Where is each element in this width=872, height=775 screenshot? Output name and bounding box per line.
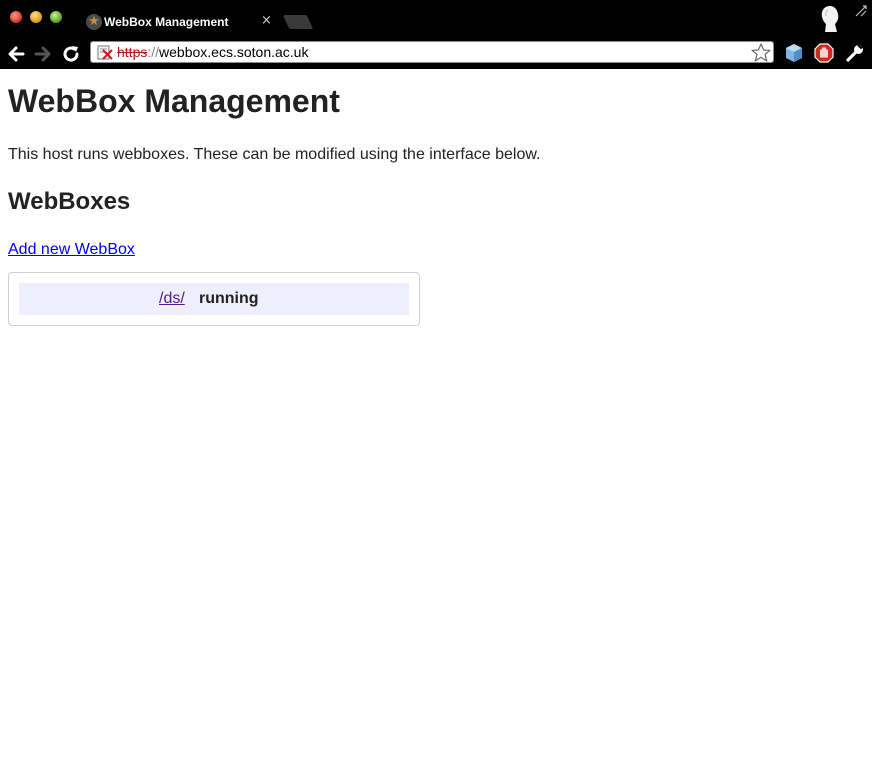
zoom-window-button[interactable] [50,11,62,23]
browser-toolbar: https://webbox.ecs.soton.ac.uk [0,40,872,69]
resize-icon[interactable] [853,3,869,19]
bookmark-star-icon[interactable] [751,43,771,62]
tab-title: WebBox Management [104,15,229,29]
adblock-icon[interactable] [814,43,834,63]
webbox-row: /ds/ running [19,283,409,315]
reload-icon[interactable] [60,43,82,65]
tab-close-icon[interactable]: × [261,14,272,28]
cube-extension-icon[interactable] [784,43,804,63]
url-text[interactable]: https://webbox.ecs.soton.ac.uk [117,44,308,60]
broken-lock-icon[interactable] [97,45,113,60]
back-arrow-icon[interactable] [5,43,27,65]
webbox-path-link[interactable]: /ds/ [159,290,185,308]
section-heading: WebBoxes [8,188,131,215]
profile-icon[interactable] [818,4,842,34]
url-host: webbox.ecs.soton.ac.uk [159,44,309,60]
url-separator: :// [147,44,160,60]
browser-tab[interactable]: ★ WebBox Management × [78,6,282,40]
add-webbox-link[interactable]: Add new WebBox [8,241,135,259]
browser-titlebar: ★ WebBox Management × [0,0,872,40]
close-window-button[interactable] [10,11,22,23]
wrench-icon[interactable] [845,43,865,63]
intro-text: This host runs webboxes. These can be mo… [8,146,541,163]
page-content: WebBox Management This host runs webboxe… [0,69,872,775]
forward-arrow-icon[interactable] [32,43,54,65]
webbox-list: /ds/ running [8,272,420,326]
star-icon: ★ [86,14,102,30]
url-scheme: https [117,44,148,60]
new-tab-button[interactable] [282,15,314,29]
webbox-status: running [199,290,259,307]
minimize-window-button[interactable] [30,11,42,23]
address-bar[interactable]: https://webbox.ecs.soton.ac.uk [90,41,774,63]
page-title: WebBox Management [8,83,340,119]
